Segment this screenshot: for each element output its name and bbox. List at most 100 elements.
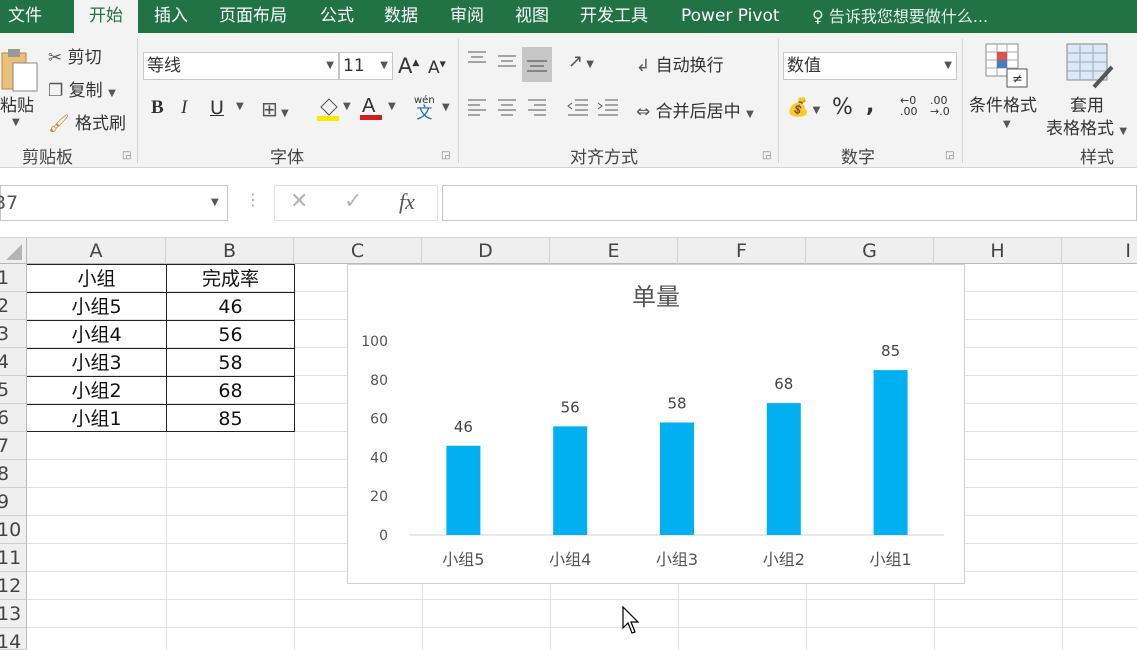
align-top-icon[interactable] bbox=[466, 49, 488, 74]
column-header[interactable]: B bbox=[166, 238, 294, 264]
tell-me-search[interactable]: ♀ 告诉我您想要做什么... bbox=[812, 0, 988, 33]
currency-icon[interactable]: 💰 ▼ bbox=[787, 97, 820, 118]
row-header[interactable]: 6 bbox=[0, 404, 27, 432]
align-left-icon[interactable] bbox=[466, 97, 488, 124]
column-header[interactable]: H bbox=[934, 238, 1062, 264]
phonetic-icon[interactable]: wén 文 bbox=[414, 95, 435, 121]
font-size-combo[interactable]: 11 ▼ bbox=[339, 52, 393, 80]
format-as-table-icon[interactable] bbox=[1066, 43, 1114, 94]
bar-chart[interactable]: 单量 0 20 40 60 80 100 46 小组5 56 小组4 58 小组3 68 小组2 85 小组1 bbox=[347, 264, 965, 584]
conditional-format-button[interactable]: 条件格式 bbox=[969, 91, 1037, 116]
row-header[interactable]: 5 bbox=[0, 376, 27, 404]
tab-formulas[interactable]: 公式 bbox=[320, 0, 354, 33]
worksheet[interactable]: A B C D E F G H I 1 2 3 4 5 6 7 8 9 10 1… bbox=[0, 238, 1137, 650]
font-launcher-icon[interactable]: ◲ bbox=[441, 150, 450, 161]
table-cell[interactable]: 58 bbox=[167, 349, 294, 377]
enter-icon[interactable]: ✓ bbox=[344, 189, 362, 214]
paste-button[interactable]: 粘贴 bbox=[0, 91, 34, 116]
conditional-format-icon[interactable]: ≠ bbox=[985, 43, 1029, 94]
format-painter-button[interactable]: 🖌 格式刷 bbox=[48, 109, 126, 134]
table-cell[interactable]: 85 bbox=[167, 405, 294, 433]
table-cell[interactable]: 小组5 bbox=[27, 293, 166, 321]
font-color-icon[interactable]: A ▼ bbox=[360, 93, 398, 126]
clipboard-icon[interactable] bbox=[0, 47, 40, 92]
column-header[interactable]: C bbox=[294, 238, 422, 264]
chevron-down-icon[interactable]: ▼ bbox=[1003, 119, 1011, 130]
percent-button[interactable]: % bbox=[832, 95, 853, 120]
font-name-combo[interactable]: 等线 ▼ bbox=[143, 52, 339, 80]
column-header[interactable]: I bbox=[1062, 238, 1137, 264]
row-header[interactable]: 12 bbox=[0, 572, 27, 600]
table-cell[interactable]: 小组1 bbox=[27, 405, 166, 433]
tab-file[interactable]: 文件 bbox=[8, 0, 42, 33]
insert-function-button[interactable]: fx bbox=[399, 189, 415, 215]
row-header[interactable]: 3 bbox=[0, 320, 27, 348]
row-header[interactable]: 4 bbox=[0, 348, 27, 376]
cut-button[interactable]: ✂ 剪切 bbox=[48, 43, 102, 68]
tab-view[interactable]: 视图 bbox=[515, 0, 549, 33]
underline-button[interactable]: U bbox=[210, 97, 224, 119]
formula-input[interactable] bbox=[442, 185, 1137, 221]
number-format-combo[interactable]: 数值 ▼ bbox=[783, 52, 957, 80]
format-as-table-label-top[interactable]: 套用 bbox=[1070, 91, 1104, 116]
chevron-down-icon[interactable]: ▼ bbox=[442, 102, 450, 113]
number-launcher-icon[interactable]: ◲ bbox=[945, 150, 954, 161]
row-header[interactable]: 1 bbox=[0, 264, 27, 292]
increase-decimal-icon[interactable]: ←0.00 bbox=[900, 95, 918, 117]
tab-developer[interactable]: 开发工具 bbox=[580, 0, 648, 33]
decrease-indent-icon[interactable] bbox=[566, 97, 590, 124]
table-cell[interactable]: 小组3 bbox=[27, 349, 166, 377]
wrap-text-button[interactable]: ↲ 自动换行 bbox=[636, 51, 724, 76]
decrease-decimal-icon[interactable]: .00 →.0 bbox=[930, 95, 950, 117]
chevron-down-icon[interactable]: ▼ bbox=[12, 117, 20, 128]
column-header[interactable]: G bbox=[806, 238, 934, 264]
bold-button[interactable]: B bbox=[151, 97, 164, 119]
format-as-table-button[interactable]: 表格格式 ▼ bbox=[1046, 114, 1127, 139]
name-box[interactable]: B7▼ bbox=[0, 185, 228, 221]
row-header[interactable]: 2 bbox=[0, 292, 27, 320]
row-header[interactable]: 13 bbox=[0, 600, 27, 628]
table-cell[interactable]: 46 bbox=[167, 293, 294, 321]
row-header[interactable]: 7 bbox=[0, 432, 27, 460]
decrease-font-icon[interactable]: A▼ bbox=[428, 58, 446, 78]
table-header-cell[interactable]: 完成率 bbox=[167, 265, 294, 293]
increase-font-icon[interactable]: A▲ bbox=[398, 54, 419, 78]
alignment-launcher-icon[interactable]: ◲ bbox=[762, 150, 771, 161]
fill-color-icon[interactable]: ▼ bbox=[315, 95, 353, 126]
chevron-down-icon[interactable]: ▼ bbox=[236, 101, 244, 112]
row-header[interactable]: 11 bbox=[0, 544, 27, 572]
align-middle-icon[interactable] bbox=[496, 51, 518, 76]
column-header[interactable]: D bbox=[422, 238, 550, 264]
merge-center-button[interactable]: ⇔ 合并后居中 ▼ bbox=[636, 97, 754, 122]
align-center-icon[interactable] bbox=[496, 97, 518, 124]
tab-insert[interactable]: 插入 bbox=[154, 0, 188, 33]
increase-indent-icon[interactable] bbox=[596, 97, 620, 124]
tab-data[interactable]: 数据 bbox=[384, 0, 418, 33]
clipboard-launcher-icon[interactable]: ◲ bbox=[122, 150, 131, 161]
tab-review[interactable]: 审阅 bbox=[450, 0, 484, 33]
column-header[interactable]: A bbox=[27, 238, 166, 264]
align-right-icon[interactable] bbox=[526, 97, 548, 124]
tab-page-layout[interactable]: 页面布局 bbox=[219, 0, 287, 33]
italic-button[interactable]: I bbox=[181, 97, 187, 119]
table-cell[interactable]: 小组4 bbox=[27, 321, 166, 349]
row-header[interactable]: 8 bbox=[0, 460, 27, 488]
table-cell[interactable]: 56 bbox=[167, 321, 294, 349]
column-header[interactable]: E bbox=[550, 238, 678, 264]
table-header-cell[interactable]: 小组 bbox=[27, 265, 166, 293]
row-header[interactable]: 14 bbox=[0, 628, 27, 650]
borders-icon[interactable]: ⊞ ▼ bbox=[261, 97, 289, 121]
row-header[interactable]: 10 bbox=[0, 516, 27, 544]
align-bottom-icon[interactable] bbox=[522, 47, 552, 82]
comma-style-button[interactable]: , bbox=[866, 93, 874, 118]
select-all-corner[interactable] bbox=[0, 238, 27, 264]
tab-home[interactable]: 开始 bbox=[74, 0, 138, 33]
table-cell[interactable]: 小组2 bbox=[27, 377, 166, 405]
row-header[interactable]: 9 bbox=[0, 488, 27, 516]
orientation-icon[interactable]: ↗ ▼ bbox=[568, 51, 594, 72]
column-header[interactable]: F bbox=[678, 238, 806, 264]
copy-button[interactable]: ❐ 复制 ▼ bbox=[48, 76, 116, 101]
tab-power-pivot[interactable]: Power Pivot bbox=[681, 0, 780, 33]
cancel-icon[interactable]: ✕ bbox=[290, 189, 308, 214]
table-cell[interactable]: 68 bbox=[167, 377, 294, 405]
